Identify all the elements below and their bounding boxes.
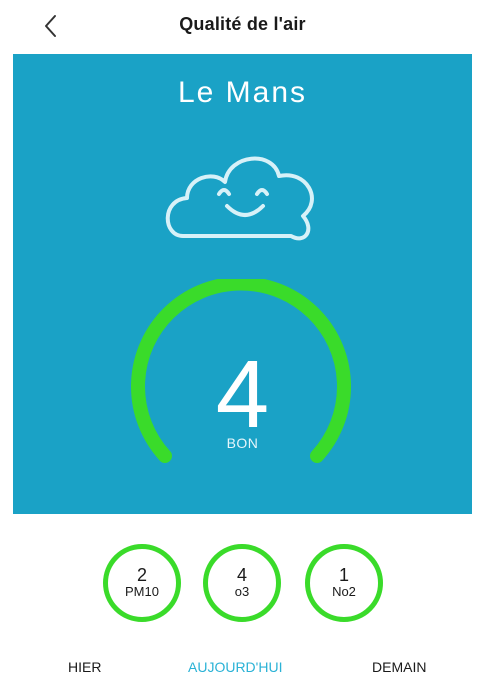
pollutant-name: PM10: [125, 584, 159, 599]
air-quality-screen: Qualité de l'air Le Mans 4 BON 2 PM10 4 …: [0, 0, 485, 685]
page-title: Qualité de l'air: [179, 14, 306, 34]
tab-tomorrow[interactable]: DEMAIN: [372, 659, 426, 675]
pollutant-value: 4: [236, 565, 247, 585]
pollutant-pm10[interactable]: 2 PM10: [103, 544, 181, 622]
aqi-value: 4: [215, 341, 270, 448]
air-quality-panel: Le Mans 4 BON: [13, 54, 472, 514]
tab-today[interactable]: AUJOURD'HUI: [188, 659, 282, 675]
pollutant-value: 2: [136, 565, 147, 585]
header-bar: Qualité de l'air: [0, 0, 485, 54]
aqi-rating-label: BON: [226, 435, 259, 451]
pollutant-o3[interactable]: 4 o3: [203, 544, 281, 622]
pollutant-name: No2: [332, 584, 356, 599]
pollutant-value: 1: [338, 565, 349, 585]
smiling-cloud-icon: [165, 156, 314, 241]
pollutant-no2[interactable]: 1 No2: [305, 544, 383, 622]
pollutant-name: o3: [234, 584, 250, 599]
city-name: Le Mans: [177, 76, 308, 109]
tab-yesterday[interactable]: HIER: [68, 659, 101, 675]
